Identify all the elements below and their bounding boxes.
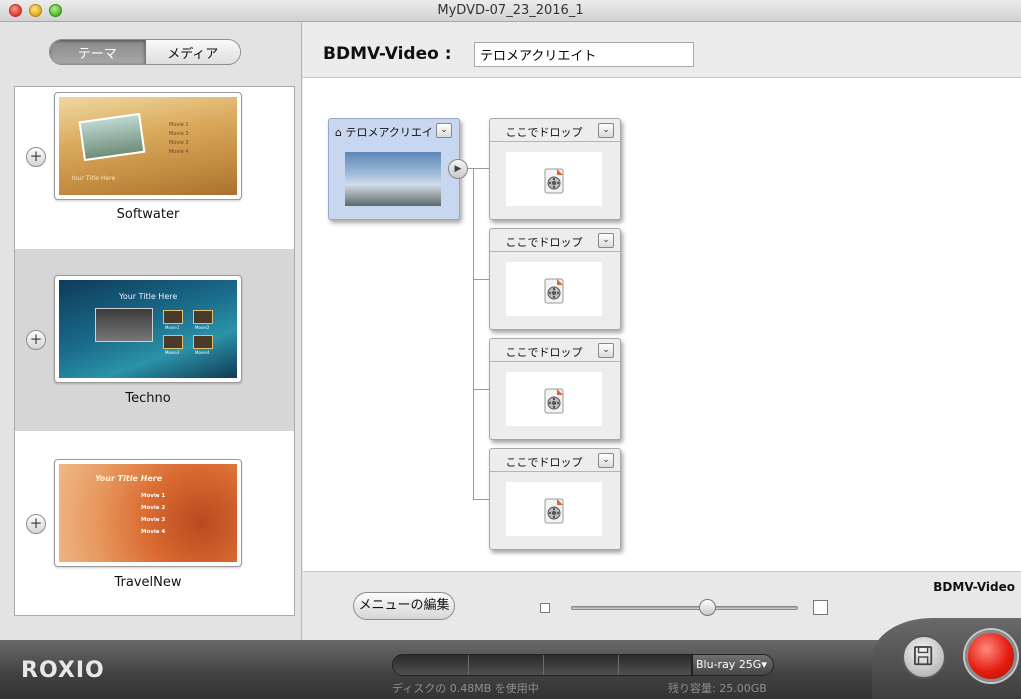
theme-thumbnail-techno[interactable]: Your Title Here Movie1 Movie2 Movie3 Mov… xyxy=(54,275,242,383)
drop-target-dropdown-button[interactable]: ⌄ xyxy=(598,453,614,468)
connector-line xyxy=(473,389,489,390)
theme-list[interactable]: + Movie 1 Movie 2 Movie 3 Movie 4 Your T… xyxy=(14,86,295,616)
theme-item-travelnew[interactable]: + Your Title Here Movie 1 Movie 2 Movie … xyxy=(15,431,294,615)
drop-area[interactable] xyxy=(506,372,602,426)
drop-target-title: ここでドロップ xyxy=(505,456,583,469)
theme-name-techno: Techno xyxy=(125,391,171,406)
travelnew-preview: Your Title Here Movie 1 Movie 2 Movie 3 … xyxy=(59,464,237,562)
theme-sidebar: テーマ メディア + Movie 1 Movie 2 Movie 3 Movie… xyxy=(0,22,302,640)
zoom-out-icon[interactable] xyxy=(540,603,550,613)
drop-area[interactable] xyxy=(506,262,602,316)
roxio-logo: ROXIO xyxy=(21,658,105,683)
drop-target-dropdown-button[interactable]: ⌄ xyxy=(598,123,614,138)
menu-structure-canvas[interactable]: ⌂ テロメアクリエイト ⌄ ▶ ここでドロップ ⌄ xyxy=(303,78,1021,572)
softwater-photo xyxy=(78,112,146,162)
project-header: BDMV-Video : xyxy=(303,22,1021,78)
softwater-preview: Movie 1 Movie 2 Movie 3 Movie 4 Your Tit… xyxy=(59,97,237,195)
save-button[interactable] xyxy=(902,635,946,679)
add-theme-softwater-button[interactable]: + xyxy=(26,147,46,167)
connector-line xyxy=(473,499,489,500)
connector-line xyxy=(473,279,489,280)
drop-target-dropdown-button[interactable]: ⌄ xyxy=(598,233,614,248)
sidebar-tabs: テーマ メディア xyxy=(49,39,241,65)
drop-target-4[interactable]: ここでドロップ ⌄ xyxy=(489,448,621,550)
main-menu-node[interactable]: ⌂ テロメアクリエイト ⌄ xyxy=(328,118,460,220)
window-title: MyDVD-07_23_2016_1 xyxy=(437,3,584,18)
main-menu-node-title: ⌂ テロメアクリエイト xyxy=(335,126,431,139)
zoom-slider[interactable] xyxy=(571,606,798,610)
theme-thumbnail-softwater[interactable]: Movie 1 Movie 2 Movie 3 Movie 4 Your Tit… xyxy=(54,92,242,200)
video-file-icon xyxy=(544,278,564,304)
drop-area[interactable] xyxy=(506,482,602,536)
add-theme-travelnew-button[interactable]: + xyxy=(26,514,46,534)
drop-target-title: ここでドロップ xyxy=(505,126,583,139)
add-theme-techno-button[interactable]: + xyxy=(26,330,46,350)
connector-line xyxy=(468,168,490,169)
theme-name-travelnew: TravelNew xyxy=(114,575,182,590)
drop-target-title: ここでドロップ xyxy=(505,236,583,249)
techno-preview: Your Title Here Movie1 Movie2 Movie3 Mov… xyxy=(59,280,237,378)
drop-target-title: ここでドロップ xyxy=(505,346,583,359)
play-icon[interactable]: ▶ xyxy=(448,159,468,179)
tab-theme[interactable]: テーマ xyxy=(50,40,146,64)
theme-thumbnail-travelnew[interactable]: Your Title Here Movie 1 Movie 2 Movie 3 … xyxy=(54,459,242,567)
save-icon xyxy=(914,646,933,666)
video-file-icon xyxy=(544,388,564,414)
edit-menu-button[interactable]: メニューの編集 xyxy=(353,592,455,620)
techno-title-text: Your Title Here xyxy=(119,292,178,301)
main-menu-thumbnail xyxy=(345,152,441,206)
drop-target-2[interactable]: ここでドロップ ⌄ xyxy=(489,228,621,330)
project-format-label: BDMV-Video : xyxy=(323,44,452,64)
disc-remaining-text: 残り容量: 25.00GB xyxy=(668,682,767,695)
project-title-input[interactable] xyxy=(474,42,694,67)
drop-area[interactable] xyxy=(506,152,602,206)
disc-type-select[interactable]: Blu-ray 25G▾ xyxy=(692,654,774,676)
travelnew-menu: Movie 1 Movie 2 Movie 3 Movie 4 xyxy=(141,493,166,535)
video-file-icon xyxy=(544,498,564,524)
title-bar: MyDVD-07_23_2016_1 xyxy=(0,0,1021,22)
drop-target-1[interactable]: ここでドロップ ⌄ xyxy=(489,118,621,220)
drop-target-3[interactable]: ここでドロップ ⌄ xyxy=(489,338,621,440)
video-file-icon xyxy=(544,168,564,194)
main-panel: BDMV-Video : ⌂ テロメアクリエイト ⌄ ▶ ここでドロップ ⌄ xyxy=(303,22,1021,640)
format-label: BDMV-Video xyxy=(933,580,1015,594)
theme-name-softwater: Softwater xyxy=(116,207,180,222)
drop-target-dropdown-button[interactable]: ⌄ xyxy=(598,343,614,358)
main-menu-dropdown-button[interactable]: ⌄ xyxy=(436,123,452,138)
bottom-bar: ROXIO Blu-ray 25G▾ ディスクの 0.48MB を使用中 残り容… xyxy=(0,618,1021,699)
theme-item-softwater[interactable]: + Movie 1 Movie 2 Movie 3 Movie 4 Your T… xyxy=(15,87,294,249)
techno-photo xyxy=(95,308,153,342)
softwater-menu: Movie 1 Movie 2 Movie 3 Movie 4 xyxy=(169,122,189,155)
zoom-in-icon[interactable] xyxy=(813,600,828,615)
burn-button[interactable] xyxy=(965,630,1017,682)
softwater-title-text: Your Title Here xyxy=(71,175,116,182)
travelnew-title-text: Your Title Here xyxy=(95,474,163,483)
connector-trunk xyxy=(473,168,474,499)
zoom-slider-thumb[interactable] xyxy=(699,599,717,616)
home-icon: ⌂ xyxy=(335,126,342,139)
disc-used-text: ディスクの 0.48MB を使用中 xyxy=(392,682,539,695)
tab-media[interactable]: メディア xyxy=(145,40,240,64)
theme-item-techno[interactable]: + Your Title Here Movie1 Movie2 Movie3 M… xyxy=(15,249,294,431)
disc-capacity-bar xyxy=(392,654,692,676)
